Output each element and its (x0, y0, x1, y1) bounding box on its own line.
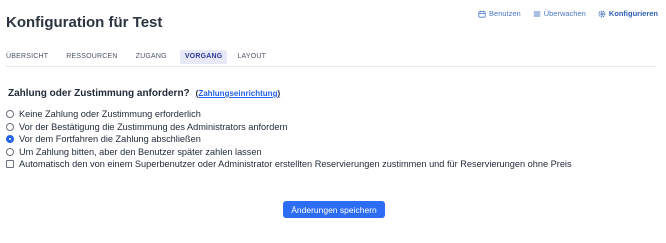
tab-bar: Übersicht Ressourcen Zugang Vorgang Layo… (6, 50, 281, 64)
tab-uebersicht[interactable]: Übersicht (6, 50, 53, 64)
top-nav: Benutzen Überwachen Konfigurieren (475, 7, 661, 20)
nav-link-ueberwachen[interactable]: Überwachen (530, 7, 589, 20)
radio-button[interactable] (6, 110, 14, 118)
nav-link-label: Benutzen (489, 9, 521, 18)
section-heading-text: Zahlung oder Zustimmung anfordern? (8, 88, 190, 99)
radio-button[interactable] (6, 122, 14, 131)
radio-button[interactable] (6, 147, 14, 156)
calendar-icon (478, 10, 486, 18)
option-label: Vor der Bestätigung die Zustimmung des A… (19, 121, 288, 132)
gear-icon (598, 10, 606, 17)
tab-layout[interactable]: Layout (237, 50, 271, 64)
option-no-payment[interactable]: Keine Zahlung oder Zustimmung erforderli… (6, 108, 572, 120)
option-pay-later[interactable]: Um Zahlung bitten, aber den Benutzer spä… (6, 146, 572, 158)
option-label: Keine Zahlung oder Zustimmung erforderli… (19, 109, 201, 119)
payment-setup-link-wrapper: (Zahlungseinrichtung) (195, 89, 281, 98)
list-icon (533, 11, 540, 16)
tab-zugang[interactable]: Zugang (136, 50, 172, 64)
nav-link-label: Überwachen (543, 9, 586, 18)
page-title: Konfiguration für Test (6, 14, 163, 31)
nav-link-konfigurieren[interactable]: Konfigurieren (595, 7, 661, 20)
tab-ressourcen[interactable]: Ressourcen (66, 50, 122, 64)
nav-link-benutzen[interactable]: Benutzen (475, 7, 524, 20)
tab-divider (6, 66, 656, 67)
option-admin-approval[interactable]: Vor der Bestätigung die Zustimmung des A… (6, 121, 572, 133)
nav-link-label: Konfigurieren (608, 9, 658, 18)
tab-vorgang[interactable]: Vorgang (179, 50, 228, 64)
option-auto-approve[interactable]: Automatisch den von einem Superbenutzer … (6, 158, 572, 170)
option-label: Vor dem Fortfahren die Zahlung abschließ… (19, 134, 201, 145)
option-payment-before-continue[interactable]: Vor dem Fortfahren die Zahlung abschließ… (6, 133, 572, 145)
radio-button-selected[interactable] (6, 135, 14, 144)
payment-options: Keine Zahlung oder Zustimmung erforderli… (6, 108, 572, 171)
payment-setup-link[interactable]: Zahlungseinrichtung (198, 89, 277, 98)
checkbox[interactable] (6, 160, 14, 169)
payment-section-heading: Zahlung oder Zustimmung anfordern? (Zahl… (8, 88, 280, 99)
save-changes-button[interactable]: Änderungen speichern (283, 201, 385, 218)
option-label: Um Zahlung bitten, aber den Benutzer spä… (19, 146, 262, 157)
option-label: Automatisch den von einem Superbenutzer … (19, 159, 572, 170)
